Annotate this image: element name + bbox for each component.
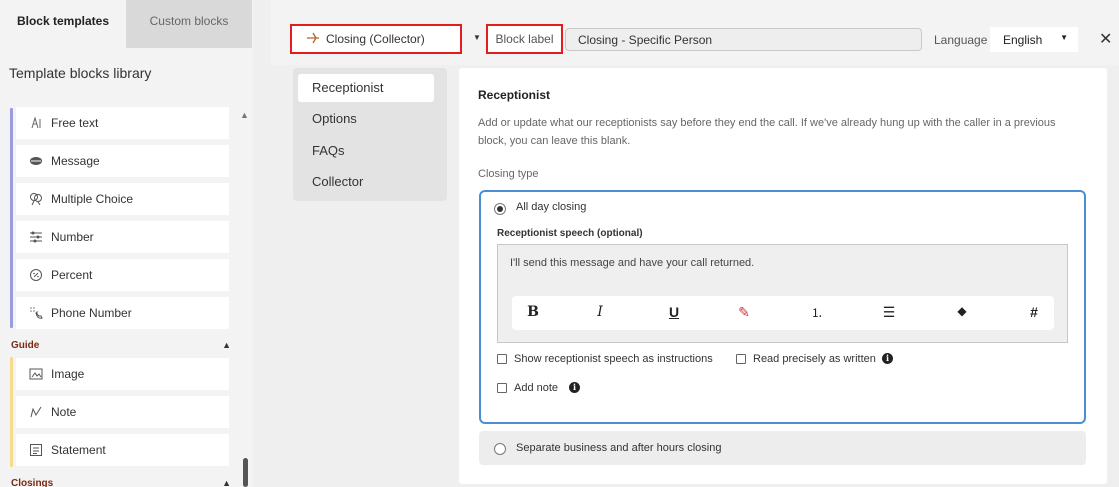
group-name: Closings [11, 478, 54, 487]
block-item-label: Statement [51, 443, 106, 457]
tab-custom-blocks[interactable]: Custom blocks [126, 0, 252, 48]
phone-number-icon [29, 306, 43, 320]
image-icon [29, 367, 43, 381]
block-item-label: Message [51, 154, 100, 168]
info-icon[interactable]: i [569, 382, 580, 393]
add-note-label: Add note [514, 382, 559, 394]
block-item-phone-number[interactable]: Phone Number [16, 297, 229, 329]
block-item-label: Note [51, 405, 77, 419]
show-instructions-label: Show receptionist speech as instructions [514, 353, 713, 365]
add-note-checkbox[interactable] [497, 383, 507, 393]
group-header-closings[interactable]: Closings ▲ [11, 478, 231, 487]
block-item-label: Multiple Choice [51, 192, 134, 206]
block-item-multiple-choice[interactable]: Multiple Choice [16, 183, 229, 215]
note-icon [29, 405, 43, 419]
group-color-bar [10, 357, 13, 467]
nav-item-collector[interactable]: Collector [298, 168, 434, 196]
language-label: Language [934, 33, 988, 47]
hash-icon[interactable]: # [1024, 304, 1044, 320]
speech-text[interactable]: I'll send this message and have your cal… [510, 257, 754, 269]
separate-closing-radio[interactable] [494, 443, 506, 455]
block-item-label: Image [51, 367, 85, 381]
section-nav: Receptionist Options FAQs Collector [293, 68, 447, 201]
close-icon[interactable]: ✕ [1099, 29, 1112, 49]
chevron-down-icon[interactable]: ▼ [473, 33, 481, 42]
group-color-bar [10, 108, 13, 328]
block-type-value: Closing (Collector) [326, 32, 425, 46]
closing-icon [306, 32, 320, 47]
section-description: Add or update what our receptionists say… [478, 117, 1056, 147]
collapse-caret-icon[interactable]: ▲ [222, 478, 231, 487]
block-item-percent[interactable]: Percent [16, 259, 229, 291]
underline-icon[interactable]: U [664, 304, 684, 320]
left-panel: Block templates Custom blocks Template b… [0, 0, 253, 487]
bold-icon[interactable]: B [523, 304, 543, 320]
all-day-closing-label: All day closing [516, 201, 587, 213]
block-item-free-text[interactable]: Free text [16, 107, 229, 139]
language-value: English [1003, 32, 1043, 47]
free-text-icon [29, 116, 43, 130]
group-name: Guide [11, 340, 40, 351]
highlight-icon[interactable]: ✎ [734, 304, 754, 321]
bullet-list-icon[interactable]: ☰ [879, 304, 899, 321]
chevron-down-icon: ▼ [1060, 33, 1068, 42]
group-header-guide[interactable]: Guide ▲ [11, 340, 231, 351]
collapse-caret-icon[interactable]: ▲ [222, 340, 231, 350]
multiple-choice-icon [29, 192, 43, 206]
block-item-label: Phone Number [51, 306, 132, 320]
block-item-note[interactable]: Note [16, 396, 229, 428]
language-select[interactable]: English ▼ [990, 27, 1078, 52]
info-icon[interactable]: i [882, 353, 893, 364]
block-item-message[interactable]: Message [16, 145, 229, 177]
ordered-list-icon[interactable]: ⒈ [807, 304, 827, 321]
block-item-label: Number [51, 230, 94, 244]
speech-label: Receptionist speech (optional) [497, 228, 643, 239]
block-type-select[interactable]: Closing (Collector) [290, 24, 462, 54]
closing-type-label: Closing type [478, 168, 539, 180]
scrollbar-thumb[interactable] [243, 458, 248, 487]
library-title: Template blocks library [9, 65, 152, 81]
message-icon [29, 154, 43, 168]
all-day-closing-radio[interactable] [494, 203, 506, 215]
section-title: Receptionist [478, 88, 551, 102]
panel-tabs: Block templates Custom blocks [0, 0, 253, 48]
nav-item-faqs[interactable]: FAQs [298, 137, 434, 165]
scroll-up-icon[interactable]: ▲ [240, 110, 249, 120]
block-item-label: Percent [51, 268, 93, 282]
block-item-image[interactable]: Image [16, 358, 229, 390]
statement-icon [29, 443, 43, 457]
block-item-statement[interactable]: Statement [16, 434, 229, 466]
block-item-number[interactable]: Number [16, 221, 229, 253]
format-toolbar: B I U ✎ ⒈ ☰ ◆ # [512, 296, 1054, 330]
read-precisely-label: Read precisely as written [753, 353, 876, 365]
eraser-icon[interactable]: ◆ [952, 304, 972, 318]
show-instructions-checkbox[interactable] [497, 354, 507, 364]
percent-icon [29, 268, 43, 282]
separate-closing-label: Separate business and after hours closin… [516, 442, 722, 454]
block-label-input[interactable] [565, 28, 922, 51]
italic-icon[interactable]: I [590, 304, 610, 320]
block-label-tag: Block label [486, 24, 563, 54]
nav-item-receptionist[interactable]: Receptionist [298, 74, 434, 102]
number-icon [29, 230, 43, 244]
block-item-label: Free text [51, 116, 99, 130]
read-precisely-checkbox[interactable] [736, 354, 746, 364]
tab-block-templates[interactable]: Block templates [0, 0, 126, 48]
nav-item-options[interactable]: Options [298, 105, 434, 133]
